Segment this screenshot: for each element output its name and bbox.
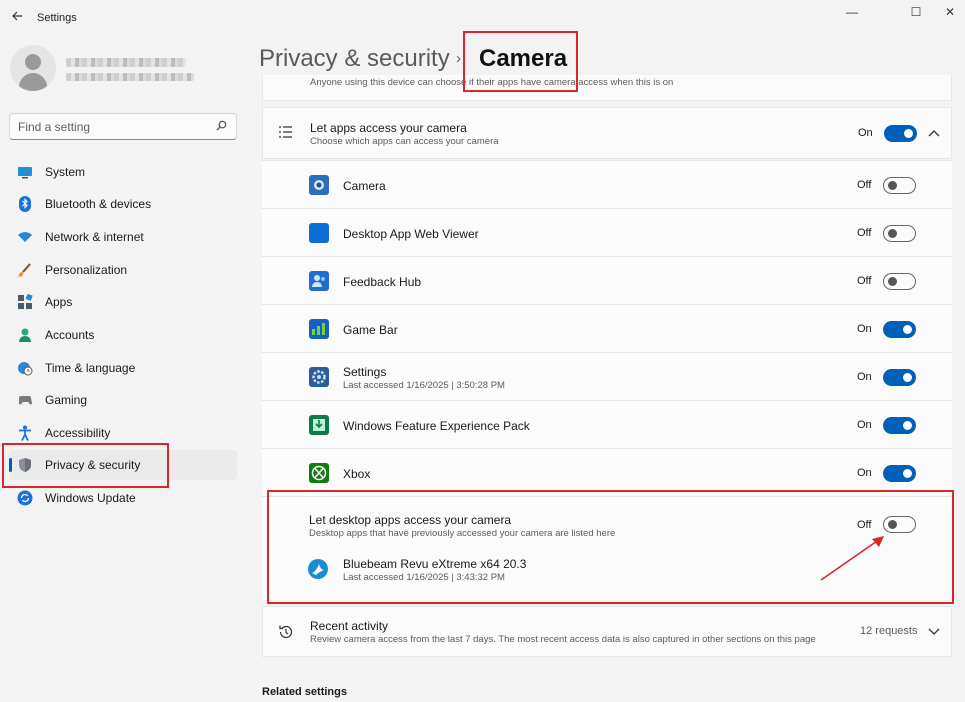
sidebar-item-apps[interactable]: Apps [9, 287, 237, 317]
app-last-accessed: Last accessed 1/16/2025 | 3:50:28 PM [343, 380, 505, 391]
app-label: Xbox [343, 467, 371, 481]
app-row-camera: Camera Off [262, 160, 952, 208]
history-icon [279, 625, 293, 639]
master-camera-toggle-row[interactable]: Let apps access your camera Choose which… [262, 107, 952, 159]
sidebar-item-label: System [45, 165, 86, 179]
top-partial-row: Anyone using this device can choose if t… [262, 75, 952, 101]
game-bar-toggle[interactable] [883, 321, 916, 338]
desktop-app-web-viewer-toggle[interactable] [883, 225, 916, 242]
search-placeholder: Find a setting [18, 120, 91, 134]
app-state-text: Off [857, 275, 872, 287]
camera-app-toggle[interactable] [883, 177, 916, 194]
close-button[interactable]: ✕ [940, 4, 960, 20]
minimize-button[interactable]: — [842, 4, 862, 20]
annotation-box-camera [463, 31, 578, 92]
app-row-feedback-hub: Feedback Hub Off [262, 256, 952, 304]
breadcrumb-separator: › [456, 50, 461, 67]
app-row-xbox: Xbox On [262, 448, 952, 496]
app-state-text: On [857, 467, 872, 479]
recent-label: Recent activity [310, 619, 389, 633]
xbox-icon [309, 463, 329, 483]
feedback-hub-toggle[interactable] [883, 273, 916, 290]
app-label: Windows Feature Experience Pack [343, 419, 530, 433]
app-label: Feedback Hub [343, 275, 422, 289]
annotation-arrow-icon [820, 536, 884, 581]
sidebar-item-time-language[interactable]: Time & language [9, 353, 237, 383]
annotation-box-privacy [2, 443, 169, 488]
bluetooth-icon [19, 196, 31, 212]
sidebar-item-label: Gaming [45, 393, 88, 407]
monitor-icon [18, 167, 32, 179]
search-icon [216, 120, 227, 131]
recent-sub: Review camera access from the last 7 day… [310, 634, 816, 645]
update-icon [17, 490, 33, 506]
sidebar-item-label: Apps [45, 295, 73, 309]
sidebar-item-label: Personalization [45, 263, 128, 277]
recent-count: 12 requests [860, 625, 918, 637]
feature-pack-icon [309, 415, 329, 435]
sidebar-item-label: Windows Update [45, 491, 136, 505]
camera-app-icon [309, 175, 329, 195]
xbox-toggle[interactable] [883, 465, 916, 482]
settings-gear-icon [309, 367, 329, 387]
app-state-text: On [857, 323, 872, 335]
window-title: Settings [37, 12, 77, 24]
person-icon [19, 328, 31, 342]
sidebar-item-bluetooth[interactable]: Bluetooth & devices [9, 189, 237, 219]
app-label: Desktop App Web Viewer [343, 227, 479, 241]
app-row-windows-feature-experience-pack: Windows Feature Experience Pack On [262, 400, 952, 448]
apps-icon [18, 294, 33, 309]
recent-activity-row[interactable]: Recent activity Review camera access fro… [262, 606, 952, 657]
app-label: Settings [343, 365, 387, 379]
sidebar-item-gaming[interactable]: Gaming [9, 385, 237, 415]
blue-square-icon [309, 223, 329, 243]
app-label: Game Bar [343, 323, 398, 337]
sidebar-item-network[interactable]: Network & internet [9, 222, 237, 252]
master-sub: Choose which apps can access your camera [310, 136, 499, 147]
feature-pack-toggle[interactable] [883, 417, 916, 434]
maximize-button[interactable]: ☐ [906, 4, 926, 20]
gamepad-icon [19, 396, 32, 405]
breadcrumb-parent[interactable]: Privacy & security [259, 45, 450, 73]
app-state-text: On [857, 371, 872, 383]
master-state-text: On [858, 127, 873, 139]
sidebar-item-label: Time & language [45, 361, 136, 375]
sidebar-item-system[interactable]: System [9, 157, 237, 187]
list-icon [279, 126, 292, 138]
sidebar-item-personalization[interactable]: Personalization [9, 255, 237, 285]
globe-clock-icon [18, 362, 33, 376]
settings-app-toggle[interactable] [883, 369, 916, 386]
back-arrow-icon[interactable] [8, 8, 26, 26]
sidebar-item-label: Bluetooth & devices [45, 197, 152, 211]
sidebar-item-label: Accounts [45, 328, 95, 342]
app-row-game-bar: Game Bar On [262, 304, 952, 352]
feedback-hub-icon [309, 271, 329, 291]
app-row-desktop-app-web-viewer: Desktop App Web Viewer Off [262, 208, 952, 256]
redacted-user-name [66, 58, 186, 67]
sidebar-item-label: Network & internet [45, 230, 144, 244]
app-state-text: Off [857, 179, 872, 191]
app-state-text: Off [857, 227, 872, 239]
game-bar-icon [309, 319, 329, 339]
sidebar-item-label: Accessibility [45, 426, 111, 440]
wifi-icon [18, 232, 32, 242]
app-row-settings: Settings Last accessed 1/16/2025 | 3:50:… [262, 352, 952, 400]
master-camera-toggle[interactable] [884, 125, 917, 142]
master-label: Let apps access your camera [310, 121, 467, 135]
app-label: Camera [343, 179, 386, 193]
chevron-down-icon[interactable] [928, 628, 940, 636]
avatar[interactable] [10, 45, 56, 91]
chevron-up-icon[interactable] [928, 129, 940, 137]
search-input[interactable]: Find a setting [9, 113, 237, 140]
redacted-user-email [66, 73, 194, 81]
app-state-text: On [857, 419, 872, 431]
related-settings-heading: Related settings [262, 686, 347, 698]
accessibility-icon [19, 425, 31, 441]
sidebar-item-accounts[interactable]: Accounts [9, 320, 237, 350]
brush-icon [18, 263, 31, 277]
